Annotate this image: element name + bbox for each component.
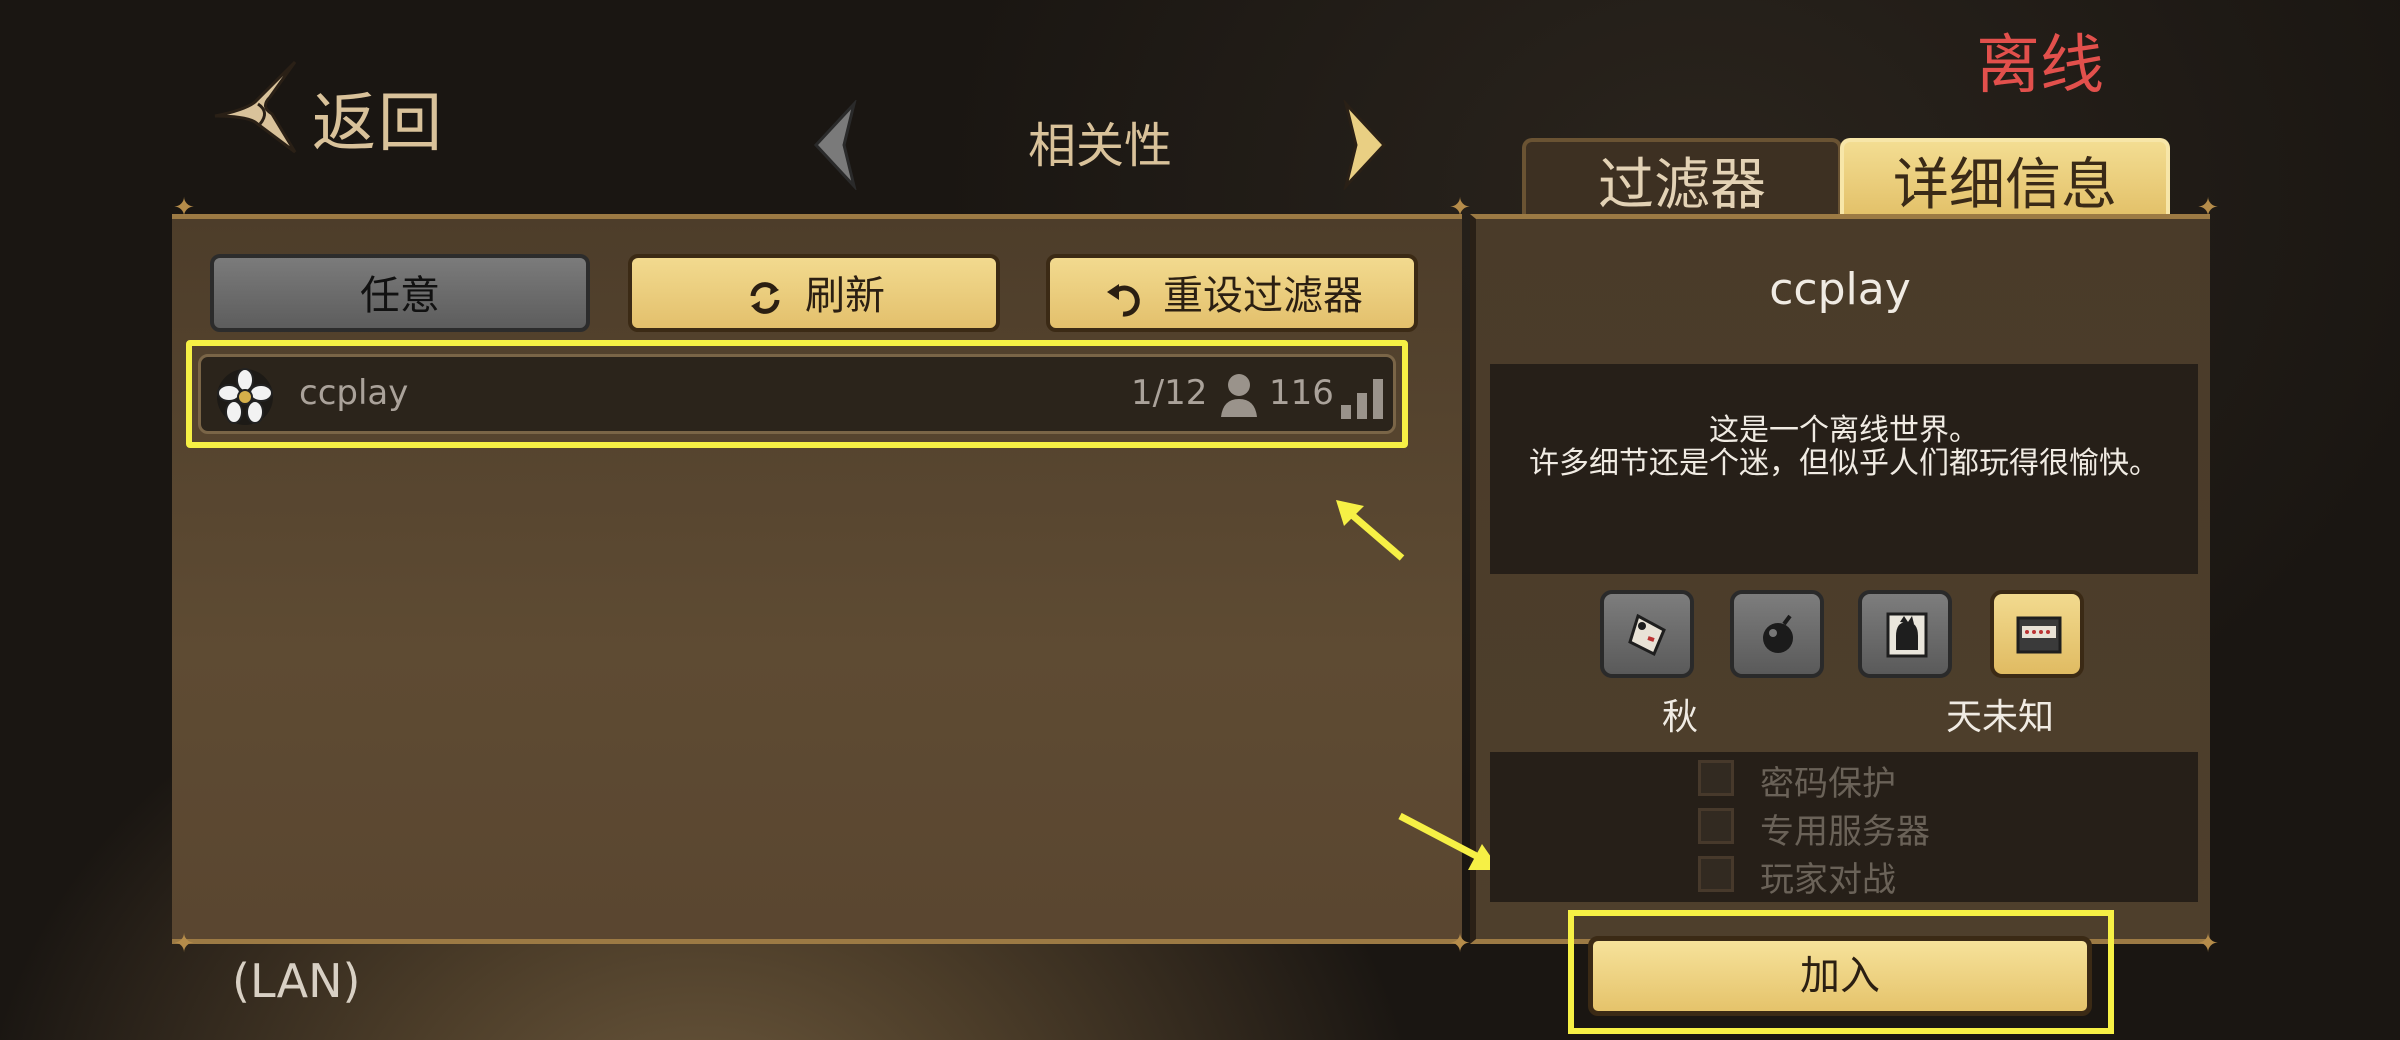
- corner-ornament-icon: ✦: [2197, 929, 2219, 959]
- any-filter-label: 任意: [360, 273, 440, 319]
- day-label: 天未知: [1945, 697, 2054, 738]
- pvp-label: 玩家对战: [1760, 860, 1896, 900]
- tag-icon: [1628, 613, 1666, 657]
- corner-ornament-icon: ✦: [173, 929, 195, 959]
- refresh-label: 刷新: [805, 273, 885, 319]
- any-filter-button[interactable]: 任意: [210, 254, 590, 332]
- sort-prev-arrow-icon[interactable]: [810, 98, 860, 192]
- signal-strength-icon: [1341, 379, 1383, 419]
- back-button[interactable]: 返回: [200, 52, 470, 172]
- corner-ornament-icon: ✦: [173, 193, 195, 223]
- reset-filters-label: 重设过滤器: [1163, 273, 1363, 319]
- refresh-icon: [750, 282, 780, 314]
- password-protected-label: 密码保护: [1760, 764, 1896, 804]
- corner-ornament-icon: ✦: [2197, 193, 2219, 223]
- server-description: 这是一个离线世界。 许多细节还是个迷，但似乎人们都玩得很愉快。: [1529, 413, 2159, 481]
- offline-status: 离线: [1976, 29, 2104, 103]
- server-options-box: 密码保护 专用服务器 玩家对战: [1490, 752, 2198, 902]
- sort-label: 相关性: [1027, 118, 1172, 174]
- annotation-arrow-icon: [1336, 500, 1405, 561]
- day-calendar-icon-button[interactable]: [1990, 590, 2084, 678]
- character-portrait-icon: [1886, 612, 1928, 658]
- reset-filters-button[interactable]: 重设过滤器: [1046, 254, 1418, 332]
- back-arrow-icon: [214, 60, 297, 154]
- sort-next-arrow-icon[interactable]: [1340, 98, 1390, 192]
- player-icon: [1221, 374, 1257, 417]
- server-name: ccplay: [299, 373, 409, 413]
- bomb-icon-button[interactable]: [1730, 590, 1824, 678]
- network-mode-label: (LAN): [232, 954, 361, 1008]
- calendar-icon: [2016, 616, 2062, 654]
- flower-icon: [217, 368, 273, 425]
- undo-icon: [1107, 284, 1140, 317]
- server-details-title: ccplay: [1769, 264, 1911, 315]
- pvp-checkbox: [1698, 856, 1734, 892]
- character-icon-button[interactable]: [1858, 590, 1952, 678]
- corner-ornament-icon: ✦: [1449, 929, 1471, 959]
- join-button[interactable]: 加入: [1588, 936, 2092, 1016]
- dedicated-server-label: 专用服务器: [1760, 812, 1930, 852]
- season-label: 秋: [1661, 697, 1698, 738]
- server-ping: 116: [1269, 373, 1334, 413]
- server-description-box: 这是一个离线世界。 许多细节还是个迷，但似乎人们都玩得很愉快。: [1490, 364, 2198, 574]
- season-icon-button[interactable]: [1600, 590, 1694, 678]
- back-label: 返回: [312, 87, 444, 161]
- corner-ornament-icon: ✦: [1449, 193, 1471, 223]
- password-protected-checkbox: [1698, 760, 1734, 796]
- refresh-button[interactable]: 刷新: [628, 254, 1000, 332]
- bomb-icon: [1763, 614, 1793, 653]
- server-row[interactable]: ccplay 1/12 116: [186, 340, 1408, 448]
- dedicated-server-checkbox: [1698, 808, 1734, 844]
- list-item: ccplay 1/12 116: [198, 354, 1396, 434]
- server-player-count: 1/12: [1131, 373, 1208, 413]
